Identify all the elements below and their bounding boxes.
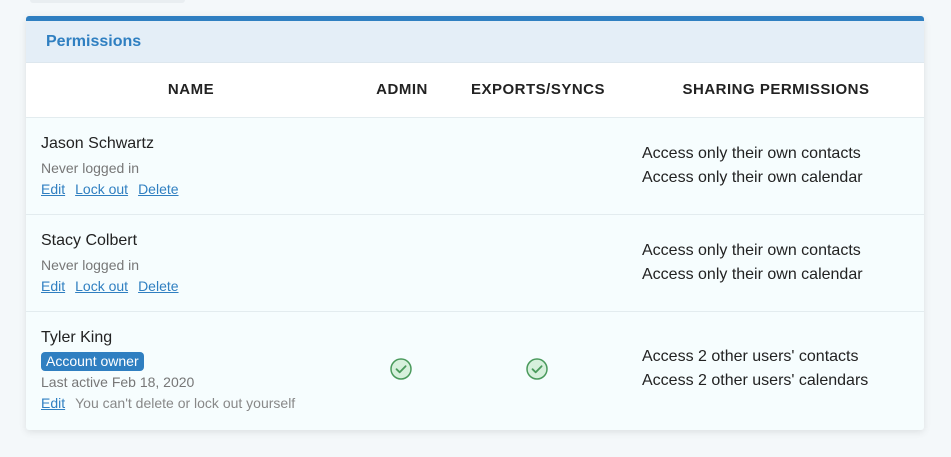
column-header-sharing: SHARING PERMISSIONS (682, 81, 870, 98)
table-header: NAME ADMIN EXPORTS/SYNCS SHARING PERMISS… (26, 63, 924, 118)
check-circle-icon (526, 358, 548, 380)
user-name: Stacy Colbert (41, 232, 138, 249)
permissions-panel: Permissions NAME ADMIN EXPORTS/SYNCS SHA… (26, 16, 924, 430)
column-header-name: NAME (167, 81, 215, 98)
row-actions: Edit Lock out Delete (41, 278, 189, 294)
panel-title: Permissions (46, 32, 142, 50)
sharing-calendar: Access only their own calendar (642, 169, 863, 186)
sharing-permissions: Access only their own contacts Access on… (642, 142, 863, 190)
user-status: Never logged in (41, 160, 140, 176)
sharing-permissions: Access 2 other users' contacts Access 2 … (642, 345, 868, 393)
delete-link[interactable]: Delete (138, 181, 178, 197)
account-owner-badge: Account owner (41, 352, 144, 371)
column-header-exports: EXPORTS/SYNCS (470, 81, 606, 98)
row-actions: Edit You can't delete or lock out yoursel… (41, 395, 295, 411)
sharing-calendars: Access 2 other users' calendars (642, 372, 869, 389)
check-circle-icon (390, 358, 412, 380)
lock-out-link[interactable]: Lock out (75, 278, 128, 294)
sharing-permissions: Access only their own contacts Access on… (642, 239, 863, 287)
column-header-admin: ADMIN (376, 81, 428, 98)
user-name: Jason Schwartz (41, 135, 154, 152)
delete-link[interactable]: Delete (138, 278, 178, 294)
table-row: Tyler King Account owner Last active Feb… (26, 312, 924, 428)
top-tab-edge (30, 0, 185, 3)
edit-link[interactable]: Edit (41, 181, 65, 197)
edit-link[interactable]: Edit (41, 395, 65, 411)
table-row: Jason Schwartz Never logged in Edit Lock … (26, 118, 924, 215)
sharing-calendar: Access only their own calendar (642, 266, 863, 283)
table-row: Stacy Colbert Never logged in Edit Lock o… (26, 215, 924, 312)
edit-link[interactable]: Edit (41, 278, 65, 294)
sharing-contacts: Access 2 other users' contacts (642, 348, 859, 365)
sharing-contacts: Access only their own contacts (642, 145, 861, 162)
user-status: Last active Feb 18, 2020 (41, 374, 195, 390)
sharing-contacts: Access only their own contacts (642, 242, 861, 259)
lock-out-link[interactable]: Lock out (75, 181, 128, 197)
row-actions: Edit Lock out Delete (41, 181, 189, 197)
panel-header: Permissions (26, 21, 924, 63)
user-name: Tyler King (41, 329, 113, 346)
self-action-note: You can't delete or lock out yourself (75, 395, 296, 411)
user-status: Never logged in (41, 257, 140, 273)
